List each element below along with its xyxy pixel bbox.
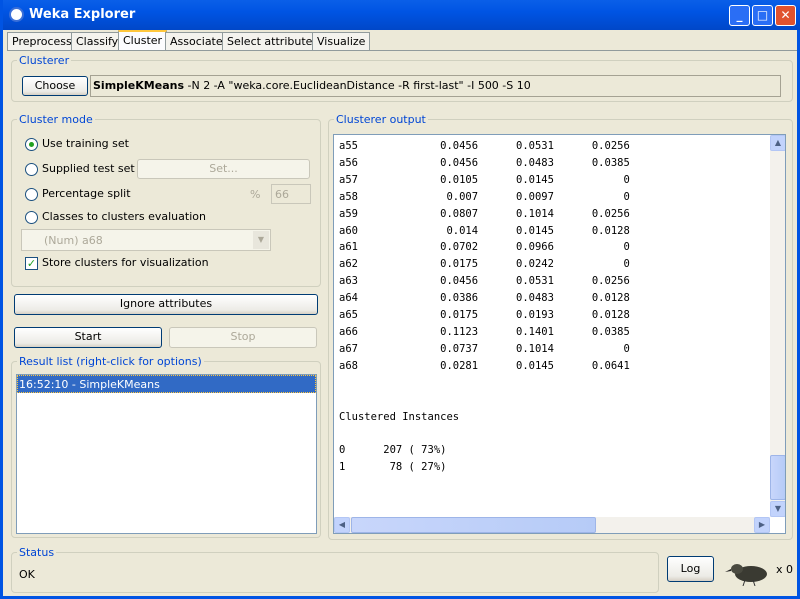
- percentage-input[interactable]: 66: [271, 184, 311, 204]
- radio-selected-icon: [25, 137, 38, 151]
- tab-cluster[interactable]: Cluster: [118, 30, 168, 50]
- checkmark-icon: ✓: [25, 256, 38, 270]
- chevron-down-icon: ▼: [253, 231, 269, 249]
- radio-label: Classes to clusters evaluation: [42, 210, 206, 223]
- clusterer-legend: Clusterer: [19, 54, 70, 67]
- class-attribute-value: (Num) a68: [44, 234, 103, 247]
- vertical-scroll-thumb[interactable]: [770, 455, 785, 500]
- maximize-button[interactable]: □: [752, 5, 773, 26]
- use-training-set-radio[interactable]: Use training set: [25, 137, 129, 151]
- result-list[interactable]: 16:52:10 - SimpleKMeans: [16, 374, 317, 534]
- radio-label: Use training set: [42, 137, 129, 150]
- window-title: Weka Explorer: [29, 7, 136, 22]
- task-count: x 0: [776, 563, 794, 576]
- radio-icon: [25, 162, 38, 176]
- set-button[interactable]: Set...: [137, 159, 310, 179]
- clusterer-options: -N 2 -A "weka.core.EuclideanDistance -R …: [184, 79, 531, 92]
- status-legend: Status: [19, 546, 55, 559]
- clusterer-config-field[interactable]: SimpleKMeans -N 2 -A "weka.core.Euclidea…: [90, 75, 781, 97]
- horizontal-scrollbar[interactable]: ◀ ▶: [334, 517, 770, 533]
- start-button[interactable]: Start: [14, 327, 162, 348]
- checkbox-label: Store clusters for visualization: [42, 256, 209, 269]
- scroll-up-icon[interactable]: ▲: [770, 135, 785, 151]
- scroll-left-icon[interactable]: ◀: [334, 517, 350, 533]
- scroll-right-icon[interactable]: ▶: [754, 517, 770, 533]
- tab-visualize[interactable]: Visualize: [312, 32, 371, 50]
- status-text: OK: [19, 568, 35, 581]
- ignore-attributes-button[interactable]: Ignore attributes: [14, 294, 318, 315]
- vertical-scrollbar[interactable]: ▲ ▼: [770, 135, 785, 517]
- radio-icon: [25, 187, 38, 201]
- tab-divider: [7, 50, 797, 51]
- tab-preprocess[interactable]: Preprocess: [7, 32, 77, 50]
- class-attribute-select[interactable]: (Num) a68 ▼: [21, 229, 271, 251]
- horizontal-scroll-thumb[interactable]: [351, 517, 596, 533]
- store-clusters-checkbox[interactable]: ✓ Store clusters for visualization: [25, 256, 209, 270]
- log-button[interactable]: Log: [667, 556, 714, 582]
- classes-to-clusters-radio[interactable]: Classes to clusters evaluation: [25, 210, 206, 224]
- weka-explorer-window: Weka Explorer _ □ ✕ Preprocess Classify …: [0, 0, 800, 599]
- radio-icon: [25, 210, 38, 224]
- clusterer-output-area[interactable]: a55 0.0456 0.0531 0.0256 a56 0.0456 0.04…: [333, 134, 786, 534]
- radio-label: Percentage split: [42, 187, 131, 200]
- close-button[interactable]: ✕: [775, 5, 796, 26]
- weka-bird-icon: [725, 564, 767, 586]
- result-list-legend: Result list (right-click for options): [19, 355, 202, 368]
- tab-classify[interactable]: Classify: [71, 32, 124, 50]
- status-panel: Status: [11, 546, 659, 593]
- stop-button[interactable]: Stop: [169, 327, 317, 348]
- percent-label: %: [250, 188, 261, 201]
- clusterer-output-legend: Clusterer output: [336, 113, 426, 126]
- scroll-down-icon[interactable]: ▼: [770, 501, 785, 517]
- choose-button[interactable]: Choose: [22, 76, 88, 96]
- tab-associate[interactable]: Associate: [165, 32, 228, 50]
- clusterer-name: SimpleKMeans: [93, 79, 184, 92]
- tab-select-attributes[interactable]: Select attributes: [222, 32, 324, 50]
- result-list-item[interactable]: 16:52:10 - SimpleKMeans: [17, 375, 316, 393]
- clusterer-output-text: a55 0.0456 0.0531 0.0256 a56 0.0456 0.04…: [339, 140, 630, 474]
- cluster-mode-legend: Cluster mode: [19, 113, 93, 126]
- percentage-split-radio[interactable]: Percentage split: [25, 187, 131, 201]
- radio-label: Supplied test set: [42, 162, 135, 175]
- title-bar: Weka Explorer _ □ ✕: [3, 0, 800, 30]
- weka-app-icon: [9, 7, 24, 22]
- minimize-button[interactable]: _: [729, 5, 750, 26]
- supplied-test-set-radio[interactable]: Supplied test set: [25, 162, 135, 176]
